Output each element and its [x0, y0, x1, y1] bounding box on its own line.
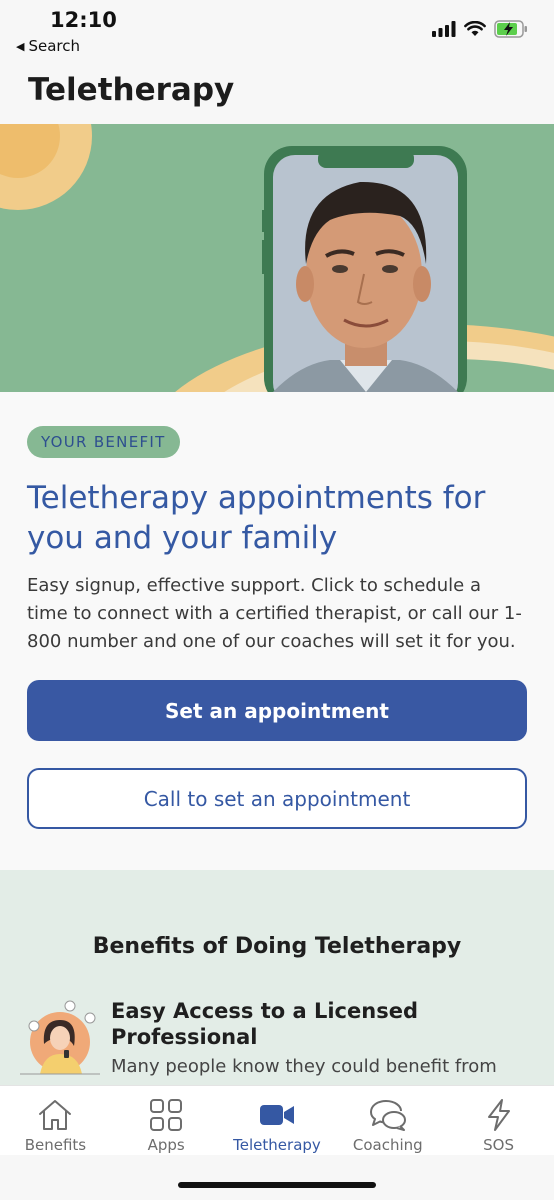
your-benefit-badge: YOUR BENEFIT: [27, 426, 180, 458]
wifi-icon: [464, 21, 486, 36]
woman-with-phone-illustration: [20, 1000, 100, 1075]
bottom-tab-bar: Benefits Apps Teletherapy Coaching SOS: [0, 1085, 554, 1155]
apps-grid-icon: [150, 1099, 183, 1131]
benefits-section: Benefits of Doing Teletherapy Easy Acces…: [0, 870, 554, 1085]
back-arrow-icon: ◀: [16, 39, 25, 53]
tab-sos[interactable]: SOS: [443, 1086, 554, 1155]
benefit-card: YOUR BENEFIT Teletherapy appointments fo…: [0, 392, 554, 870]
home-indicator-area: [0, 1155, 554, 1200]
chat-bubbles-icon: [369, 1100, 406, 1131]
tab-label: SOS: [483, 1136, 515, 1154]
home-indicator[interactable]: [178, 1182, 376, 1188]
card-description: Easy signup, effective support. Click to…: [27, 575, 522, 652]
card-headline: Teletherapy appointments for you and you…: [27, 480, 486, 556]
benefits-title: Benefits of Doing Teletherapy: [92, 934, 462, 959]
video-camera-icon: [259, 1105, 294, 1125]
tab-benefits[interactable]: Benefits: [0, 1086, 111, 1155]
page-title: Teletherapy: [28, 72, 235, 108]
tab-label: Coaching: [352, 1136, 423, 1154]
benefit-text: Many people know they could benefit from: [111, 1056, 497, 1077]
back-to-search-link[interactable]: ◀ Search: [16, 37, 80, 55]
cellular-signal-icon: [432, 21, 456, 37]
status-bar: 12:10 ◀ Search: [0, 0, 554, 62]
lightning-icon: [487, 1099, 510, 1131]
tab-teletherapy[interactable]: Teletherapy: [222, 1086, 333, 1155]
system-icons: [432, 20, 528, 38]
call-to-set-appointment-button[interactable]: Call to set an appointment: [27, 768, 527, 829]
benefit-item: Easy Access to a Licensed Professional M…: [20, 998, 540, 1085]
hero-illustration: [0, 124, 554, 392]
tab-apps[interactable]: Apps: [111, 1086, 222, 1155]
home-icon: [39, 1100, 72, 1130]
set-appointment-button[interactable]: Set an appointment: [27, 680, 527, 741]
back-label: Search: [28, 37, 81, 55]
tab-label: Benefits: [24, 1136, 87, 1154]
hero-banner: [0, 124, 554, 392]
status-time: 12:10: [50, 8, 117, 32]
tab-coaching[interactable]: Coaching: [332, 1086, 443, 1155]
tab-label: Teletherapy: [233, 1136, 321, 1154]
battery-charging-icon: [494, 20, 527, 38]
tab-label: Apps: [147, 1136, 185, 1154]
benefit-heading: Easy Access to a Licensed Professional: [111, 999, 418, 1049]
